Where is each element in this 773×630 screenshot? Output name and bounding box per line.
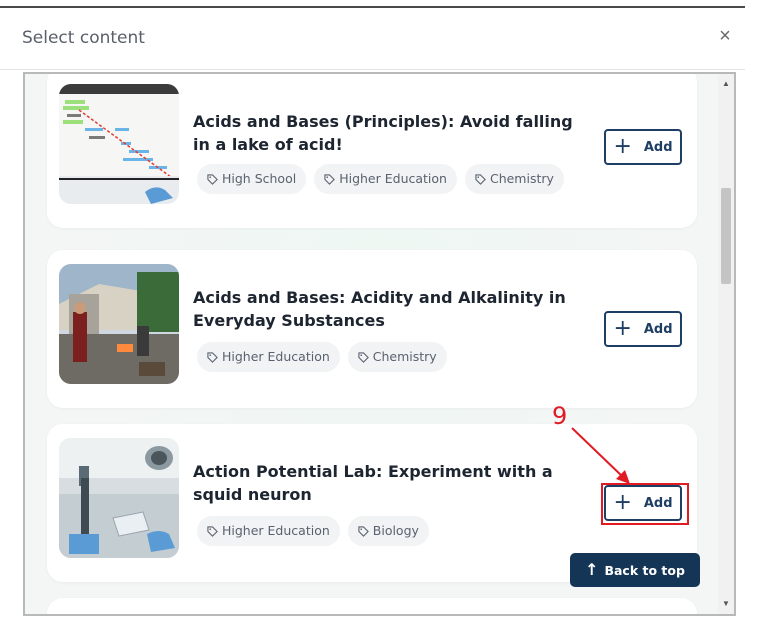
content-thumbnail <box>59 264 179 384</box>
tag-list: Higher Education Biology <box>197 516 429 546</box>
plus-icon: + <box>613 316 632 341</box>
scroll-down-icon[interactable]: ▼ <box>718 596 734 612</box>
plus-icon: + <box>613 134 632 159</box>
close-icon[interactable]: × <box>715 26 735 46</box>
tag: Chemistry <box>347 342 447 372</box>
tag-icon <box>475 173 486 185</box>
tag-icon <box>324 173 336 185</box>
content-title: Acids and Bases: Acidity and Alkalinity … <box>193 288 566 330</box>
modal-title: Select content <box>22 28 145 48</box>
tag: Higher Education <box>314 164 457 194</box>
content-card <box>47 598 697 614</box>
tag-icon <box>358 351 369 363</box>
add-button[interactable]: + Add <box>604 311 682 347</box>
tag: Higher Education <box>197 342 340 372</box>
annotation-highlight-box <box>601 483 689 525</box>
tag-icon <box>207 351 218 363</box>
scroll-up-icon[interactable]: ▲ <box>718 76 734 92</box>
tag-icon <box>207 173 218 185</box>
back-to-top-button[interactable]: ↑ Back to top <box>570 553 700 587</box>
scrollbar-thumb[interactable] <box>721 188 731 284</box>
scrollbar[interactable]: ▲ ▼ <box>718 74 734 614</box>
content-thumbnail <box>59 438 179 558</box>
content-card: Acids and Bases (Principles): Avoid fall… <box>47 74 697 228</box>
content-title: Action Potential Lab: Experiment with a … <box>193 462 553 504</box>
content-list[interactable]: Acids and Bases (Principles): Avoid fall… <box>23 72 736 616</box>
content-card: Acids and Bases: Acidity and Alkalinity … <box>47 250 697 408</box>
content-title: Acids and Bases (Principles): Avoid fall… <box>193 112 573 154</box>
annotation-step-number: 9 <box>552 402 568 430</box>
add-button[interactable]: + Add <box>604 129 682 165</box>
tag: Chemistry <box>464 164 564 194</box>
modal-header: Select content × <box>0 8 745 70</box>
tag-list: High School Higher Education Chemistry <box>197 164 564 194</box>
tag-list: Higher Education Chemistry <box>197 342 447 372</box>
content-thumbnail <box>59 84 179 204</box>
tag-icon <box>207 525 218 537</box>
tag: Higher Education <box>197 516 340 546</box>
arrow-up-icon: ↑ <box>585 560 599 579</box>
tag-icon <box>358 525 369 537</box>
tag: High School <box>197 164 307 194</box>
tag: Biology <box>347 516 429 546</box>
